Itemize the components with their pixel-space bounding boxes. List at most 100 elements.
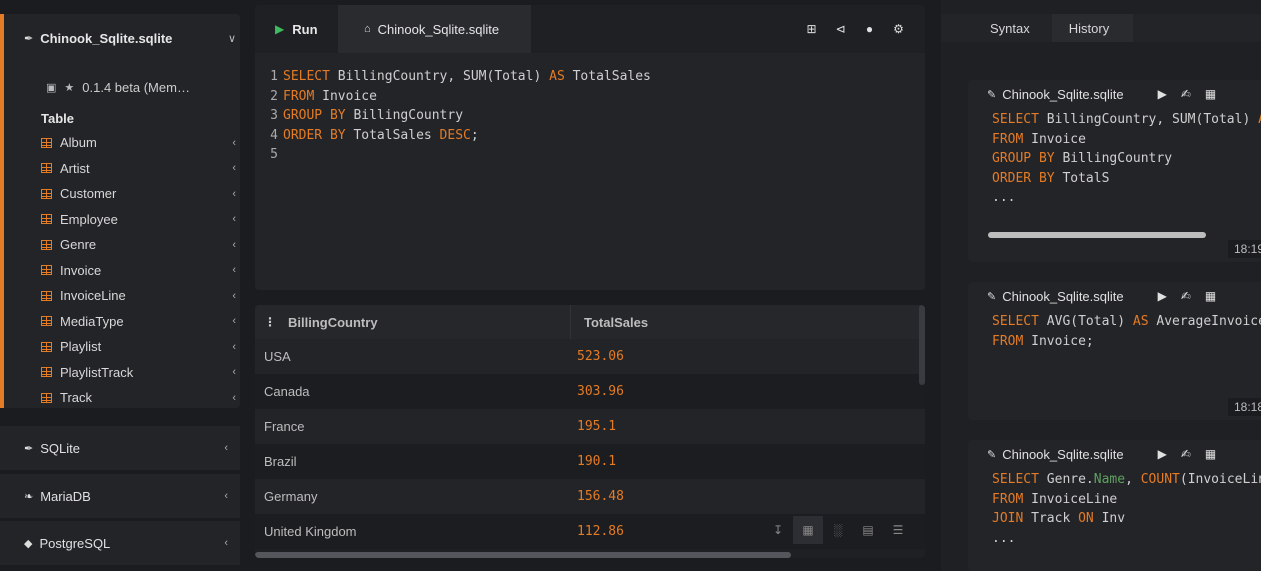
user-icon[interactable]: ● xyxy=(855,22,884,36)
sql-keyword: AS xyxy=(1132,314,1149,330)
sql-text: TotalSales xyxy=(345,127,440,143)
chevron-left-icon[interactable]: ‹ xyxy=(232,213,236,225)
table-grid-icon xyxy=(41,137,52,148)
vertical-scrollbar[interactable] xyxy=(919,305,925,385)
code-line: FROM Invoice; xyxy=(992,332,1261,352)
tab-history[interactable]: History xyxy=(1051,14,1134,42)
edit-icon[interactable]: ✍ xyxy=(1181,447,1191,461)
sidebar-table-playlisttrack[interactable]: PlaylistTrack ‹ xyxy=(41,360,236,386)
gear-icon[interactable]: ⚙ xyxy=(884,22,913,36)
history-entry-header: ✎ Chinook_Sqlite.sqlite ▶ ✍ ▦ xyxy=(968,282,1261,310)
table-row[interactable]: Germany 156.48 xyxy=(255,479,925,514)
sql-text: ... xyxy=(992,190,1016,206)
chevron-left-icon[interactable]: ‹ xyxy=(232,162,236,174)
sidebar-table-album[interactable]: Album ‹ xyxy=(41,130,236,156)
chevron-left-icon[interactable]: ‹ xyxy=(232,137,236,149)
history-entry: ✎ Chinook_Sqlite.sqlite ▶ ✍ ▦ SELECT BillingC… xyxy=(968,80,1261,262)
history-query[interactable]: SELECT BillingCountry, SUM(Total) ASFROM… xyxy=(968,108,1261,208)
sql-keyword: GROUP BY xyxy=(992,151,1055,167)
chevron-left-icon[interactable]: ‹ xyxy=(232,341,236,353)
table-icon[interactable]: ▦ xyxy=(793,516,823,544)
sql-keyword: ORDER BY xyxy=(283,127,346,143)
chevron-left-icon[interactable]: ‹ xyxy=(224,490,228,502)
table-grid-icon xyxy=(41,163,52,174)
plus-square-icon[interactable]: ⊞ xyxy=(797,22,826,36)
kebab-menu-icon[interactable]: ⋮ xyxy=(264,315,276,329)
chevron-left-icon[interactable]: ‹ xyxy=(232,392,236,404)
edit-icon[interactable]: ✍ xyxy=(1181,289,1191,303)
table-name: Genre xyxy=(60,237,97,253)
code-line: FROM Invoice xyxy=(992,130,1261,150)
sidebar-db-sqlite[interactable]: ✒ SQLite ‹ xyxy=(0,426,240,470)
sidebar-table-playlist[interactable]: Playlist ‹ xyxy=(41,334,236,360)
line-content: ORDER BY TotalSales DESC; xyxy=(283,128,479,143)
play-icon[interactable]: ▶ xyxy=(1158,447,1167,461)
history-query[interactable]: SELECT Genre. Name, COUNT (InvoiceLin FROM … xyxy=(968,468,1261,548)
sidebar-table-artist[interactable]: Artist ‹ xyxy=(41,156,236,182)
sidebar-table-mediatype[interactable]: MediaType ‹ xyxy=(41,309,236,335)
edit-icon[interactable]: ✍ xyxy=(1181,87,1191,101)
sitemap-icon[interactable]: ★ xyxy=(64,81,74,94)
sql-text: Inv xyxy=(1093,511,1126,527)
line-content: FROM Invoice xyxy=(283,89,377,104)
table-icon[interactable]: ▦ xyxy=(1205,289,1216,303)
history-query[interactable]: SELECT AVG(Total) AS AverageInvoice FROM … xyxy=(968,310,1261,351)
panel-tabs: Syntax History xyxy=(941,14,1261,42)
share-icon[interactable]: ⊲ xyxy=(826,22,855,36)
chevron-left-icon[interactable]: ‹ xyxy=(224,537,228,549)
sidebar-db-postgresql[interactable]: ◆ PostgreSQL ‹ xyxy=(0,521,240,565)
table-row[interactable]: Brazil 190.1 xyxy=(255,444,925,479)
table-row[interactable]: France 195.1 xyxy=(255,409,925,444)
column-header-billingcountry[interactable]: BillingCountry xyxy=(288,315,378,330)
chevron-left-icon[interactable]: ‹ xyxy=(232,366,236,378)
download-icon[interactable]: ↧ xyxy=(763,516,793,544)
table-icon[interactable]: ▦ xyxy=(1205,87,1216,101)
database-header[interactable]: ✒ Chinook_Sqlite.sqlite ∨ xyxy=(24,30,236,46)
chevron-left-icon[interactable]: ‹ xyxy=(224,442,228,454)
sidebar-table-invoice[interactable]: Invoice ‹ xyxy=(41,258,236,284)
sidebar-table-customer[interactable]: Customer ‹ xyxy=(41,181,236,207)
chevron-left-icon[interactable]: ‹ xyxy=(232,188,236,200)
sidebar-table-track[interactable]: Track ‹ xyxy=(41,385,236,411)
horizontal-scrollbar[interactable] xyxy=(255,552,791,558)
sql-keyword: JOIN xyxy=(992,511,1024,527)
table-icon[interactable]: ▦ xyxy=(1205,447,1216,461)
bar-chart-icon[interactable]: ░ xyxy=(823,516,853,544)
play-icon[interactable]: ▶ xyxy=(1158,289,1167,303)
file-tab[interactable]: ⌂ Chinook_Sqlite.sqlite xyxy=(338,5,531,53)
sql-editor-panel: ▶ Run ⌂ Chinook_Sqlite.sqlite ⊞ ⊲ ● ⚙ 1S… xyxy=(255,5,925,290)
chevron-left-icon[interactable]: ‹ xyxy=(232,264,236,276)
sql-text: ... xyxy=(992,530,1016,546)
code-line: SELECT Genre. Name, COUNT (InvoiceLin xyxy=(992,470,1261,490)
feather-icon: ✒ xyxy=(24,32,34,45)
sql-text: InvoiceLine xyxy=(1023,491,1118,507)
play-icon[interactable]: ▶ xyxy=(1158,87,1167,101)
horizontal-scrollbar[interactable] xyxy=(988,232,1206,238)
table-row[interactable]: Canada 303.96 xyxy=(255,374,925,409)
sql-keyword: GROUP BY xyxy=(283,108,346,124)
cell-billingcountry: France xyxy=(264,419,305,434)
sidebar-table-genre[interactable]: Genre ‹ xyxy=(41,232,236,258)
chevron-left-icon[interactable]: ‹ xyxy=(232,290,236,302)
book-icon[interactable]: ▤ xyxy=(853,516,883,544)
chevron-left-icon[interactable]: ‹ xyxy=(232,239,236,251)
sidebar-db-mariadb[interactable]: ❧ MariaDB ‹ xyxy=(0,474,240,518)
code-area[interactable]: 1 SELECT BillingCountry, SUM(Total) AS To… xyxy=(255,67,925,165)
sql-text: BillingCountry, SUM(Total) xyxy=(329,69,550,85)
table-grid-icon xyxy=(41,214,52,225)
chevron-left-icon[interactable]: ‹ xyxy=(232,315,236,327)
elephant-icon: ◆ xyxy=(24,537,33,550)
run-button[interactable]: ▶ Run xyxy=(255,5,338,53)
column-header-totalsales[interactable]: TotalSales xyxy=(571,315,648,330)
sidebar-table-invoiceline[interactable]: InvoiceLine ‹ xyxy=(41,283,236,309)
sql-text: AVG(Total) xyxy=(1038,314,1133,330)
sidebar-table-employee[interactable]: Employee ‹ xyxy=(41,207,236,233)
chevron-down-icon[interactable]: ∨ xyxy=(228,32,236,45)
tab-syntax[interactable]: Syntax xyxy=(941,14,1052,42)
line-content: SELECT BillingCountry, SUM(Total) AS Tot… xyxy=(283,69,651,84)
table-row[interactable]: USA 523.06 xyxy=(255,339,925,374)
sql-text: Invoice; xyxy=(1023,333,1094,349)
cell-billingcountry: United Kingdom xyxy=(264,524,357,539)
save-icon[interactable]: ▣ xyxy=(46,81,56,94)
menu-icon[interactable]: ☰ xyxy=(883,516,913,544)
